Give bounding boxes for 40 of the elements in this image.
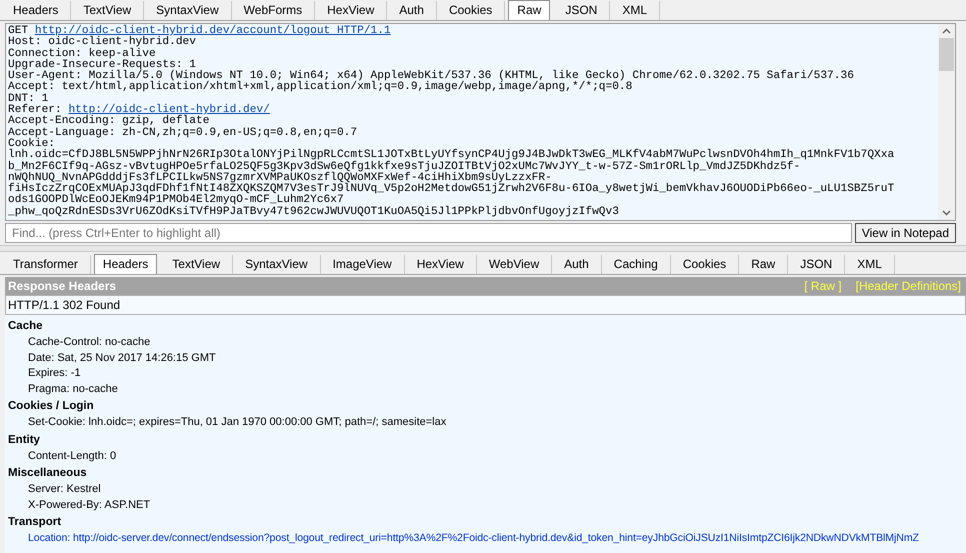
tab[interactable]: ImageView [320, 255, 405, 274]
tab[interactable]: WebForms [232, 1, 316, 20]
header-entry: X-Powered-By: ASP.NET [27, 498, 152, 512]
raw-request-line: nWQhNUQ_NvnAPGdddjFs3fLPCILkw5NS7gzmrXVMPaUKOszflQQWoMXFxWef-4ciHhiXbm9sUyLzzxFR- [8, 172, 552, 184]
header-entry: Pragma: no-cache [27, 382, 119, 396]
scrollbar-thumb[interactable] [939, 38, 954, 71]
section-title: Response Headers [8, 279, 118, 293]
header-entry: Server: Kestrel [27, 482, 102, 497]
find-field[interactable]: Find... (press Ctrl+Enter to highlight all) [5, 223, 852, 243]
tab[interactable]: Raw [508, 0, 550, 20]
view-in-notepad-button[interactable]: View in Notepad [854, 223, 956, 243]
raw-request-line: ods1GOOPDlWcEoOJEKm94P1PMOb4El2myqO-mCF_Luhm2Yc6x7 [8, 195, 344, 206]
raw-request-line: _phw_qoQzRdnESDs3VrU6ZOdKsiTVfH9PJaTBvy47t962cwJWUVUQOT1KuOA5Qi5Jl1PPkPljdbvOnfUgoyjzIfwQv3 [8, 206, 620, 218]
header-group-title[interactable]: Miscellaneous [8, 467, 963, 482]
header-group-title[interactable]: Cache [8, 320, 963, 335]
location-link[interactable]: Location: http://oidc-server.dev/connect/endsession?post_logout_redirect_uri=http%3A%2F%2Foidc-client-hybrid.dev&id_token_hint=eyJhbGciOiJSUzI1NiIsImtpZCI6Ijk2NDkwNDVkMTBlMjNmZ [8, 531, 963, 546]
raw-request-line: Accept: text/html,application/xhtml+xml,application/xml;q=0.9,image/webp,image/apng,*/*;q=0.8 [8, 82, 634, 94]
raw-request-line: Accept-Language: zh-CN,zh;q=0.9,en-US;q=0.8,en;q=0.7 [8, 128, 358, 139]
header-group-title[interactable]: Cookies / Login [8, 400, 963, 415]
scrollbar[interactable] [938, 24, 955, 220]
raw-request-line: Accept-Encoding: gzip, deflate [8, 116, 210, 128]
header-group-title[interactable]: Transport [8, 516, 963, 531]
splitter[interactable] [0, 245, 966, 252]
raw-request-line: Upgrade-Insecure-Requests: 1 [8, 60, 196, 71]
header-entry: Cache-Control: no-cache [27, 335, 152, 350]
request-link[interactable]: http://oidc-client-hybrid.dev/account/logout HTTP/1.1 [34, 25, 391, 37]
raw-request-line: Cookie: [8, 138, 55, 150]
raw-request-line: Connection: keep-alive [8, 48, 156, 60]
header-entry: Set-Cookie: lnh.oidc=; expires=Thu, 01 Jan 1970 00:00:00 GMT; path=/; samesite=lax [27, 415, 448, 430]
raw-request-line: GET http://oidc-client-hybrid.dev/account/logout HTTP/1.1 [8, 26, 392, 37]
raw-request-line: b_Mn2F6CIf9q-AGsz-vBvtugHPOe5rfaLO25QF5g3Kpv3dSw6eQfg1kkfxe9sTjuJZOITBtVjO2xUMc7WvJYY_t-w-57Z-Sm1rORLlp_VmdJZ5DKhdz5f- [8, 162, 802, 173]
header-group-title[interactable]: Entity [8, 434, 963, 448]
tab[interactable]: Headers [94, 254, 158, 274]
raw-request-line: lnh.oidc=CfDJ8BL5N5WPPjhNrN26RIp3OtalONYjPilNgpRLCcmtSL1JOTxBtLyUYfsynCP4Ujg9J4BJwDkT3wEG_MLKfV4abM7WuPclwsnDVOh4hmIh_q1MnkFV1b7QXxa [8, 150, 896, 162]
header-entry: Expires: -1 [27, 366, 82, 381]
header-entry: Date: Sat, 25 Nov 2017 14:26:15 GMT [27, 350, 217, 366]
raw-request-line: DNT: 1 [8, 94, 48, 105]
raw-request-line: Host: oidc-client-hybrid.dev [8, 37, 197, 48]
tab[interactable]: HexView [404, 255, 477, 274]
header-entry: Content-Length: 0 [27, 448, 118, 464]
